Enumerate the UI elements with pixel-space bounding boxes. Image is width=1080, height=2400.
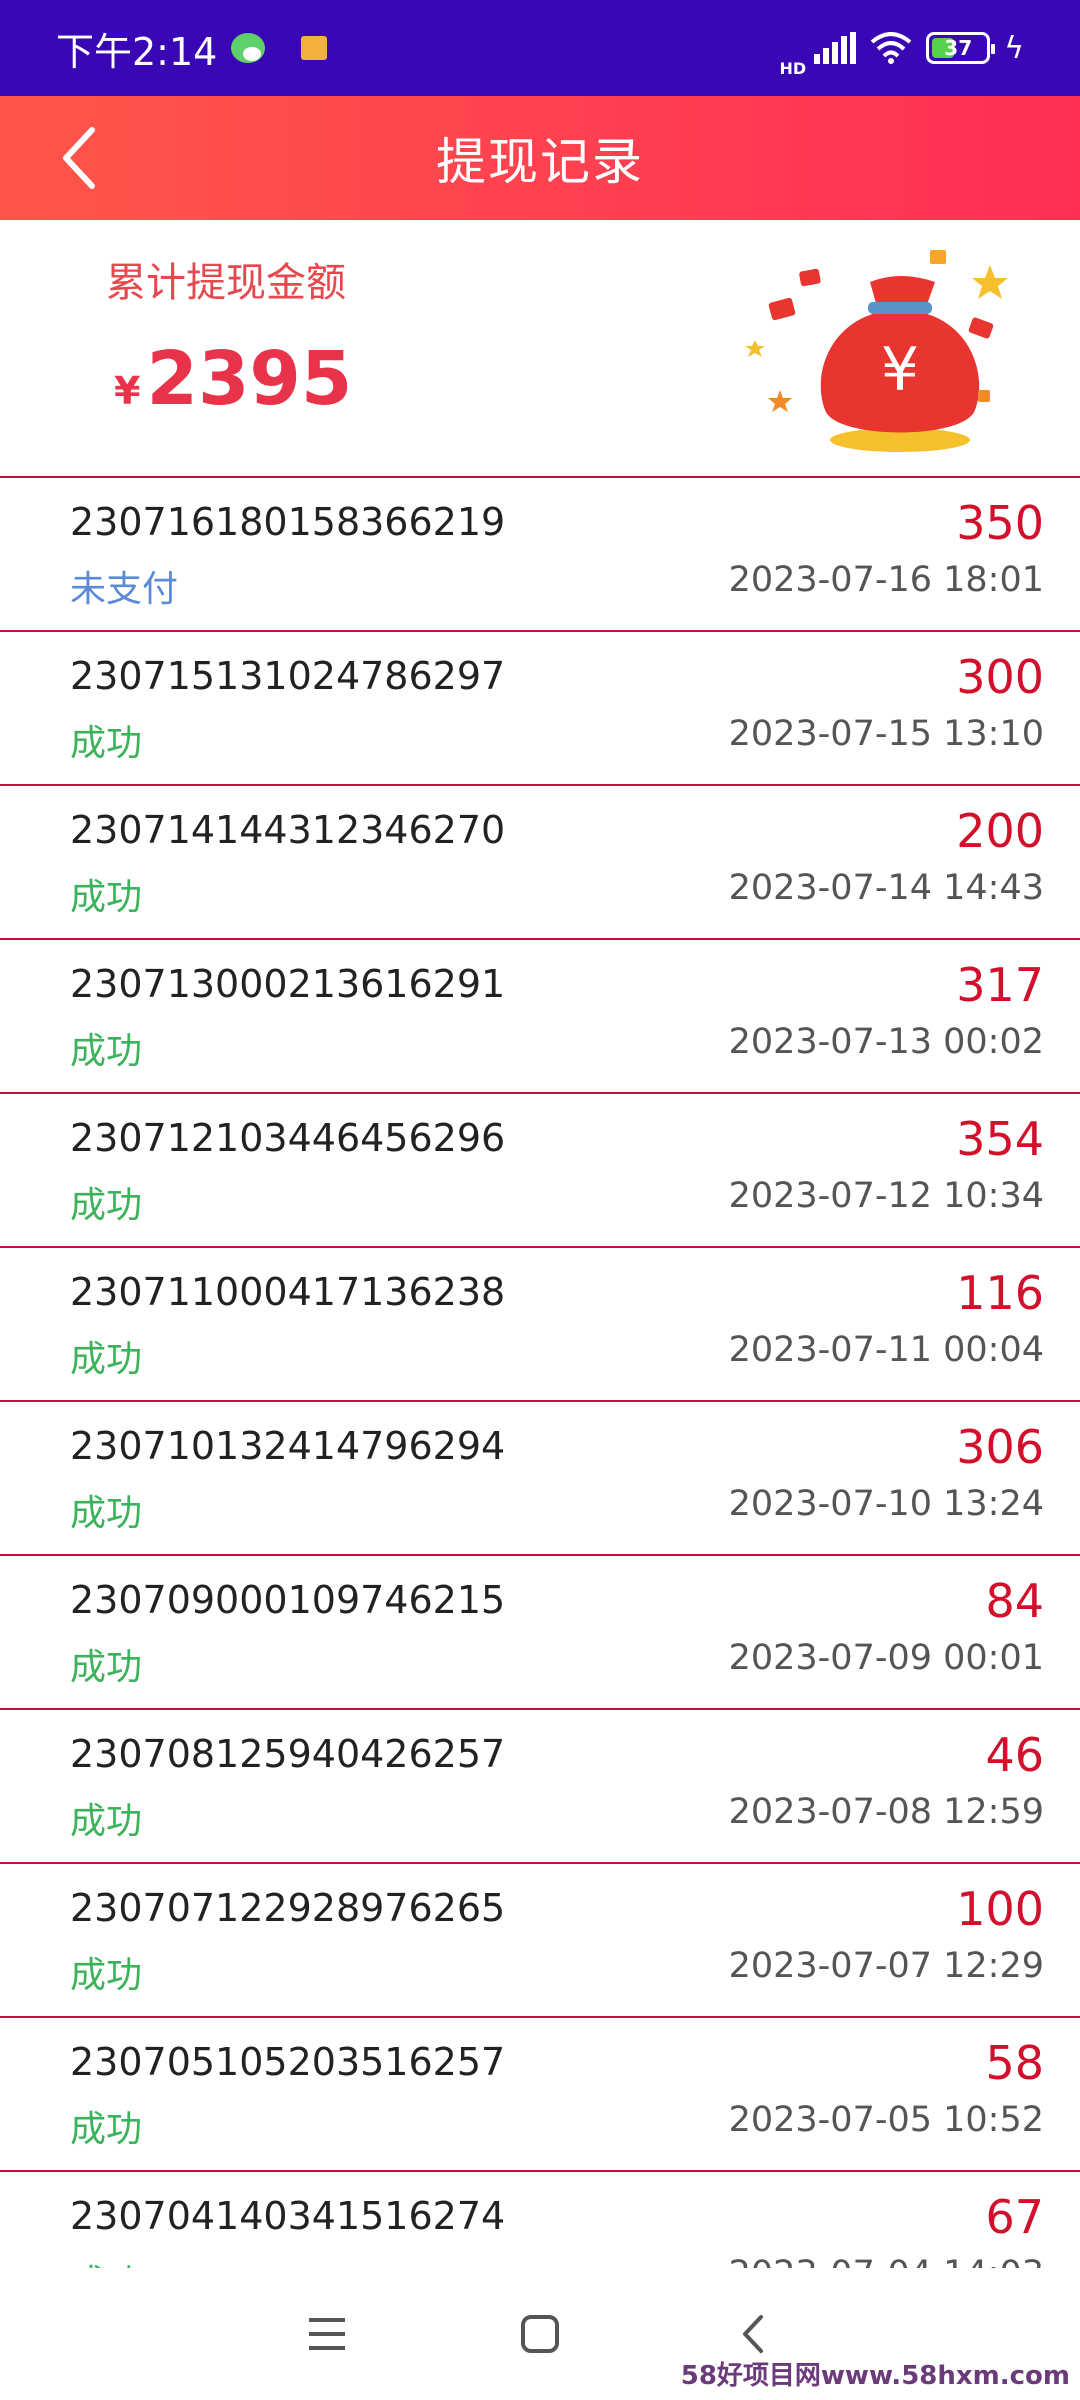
record-time: 2023-07-13 00:02 xyxy=(728,1022,1044,1062)
record-row[interactable]: 230710132414796294 成功 306 2023-07-10 13:… xyxy=(0,1402,1080,1556)
watermark: 58好项目网www.58hxm.com xyxy=(680,2355,1070,2392)
status-time: 下午2:14 xyxy=(56,29,218,74)
charging-icon: ϟ xyxy=(1004,30,1024,66)
status-bar-left: 下午2:14 xyxy=(56,21,328,76)
record-row[interactable]: 230711000417136238 成功 116 2023-07-11 00:… xyxy=(0,1248,1080,1402)
record-row[interactable]: 230713000213616291 成功 317 2023-07-13 00:… xyxy=(0,940,1080,1094)
withdraw-summary: 累计提现金额 ¥ 2395 ¥ xyxy=(0,220,1080,478)
record-row[interactable]: 230707122928976265 成功 100 2023-07-07 12:… xyxy=(0,1864,1080,2018)
record-status: 成功 xyxy=(70,1801,143,1842)
record-status: 成功 xyxy=(70,1955,143,1996)
money-bag-illustration: ¥ xyxy=(745,250,1008,452)
order-id: 230705105203516257 xyxy=(70,2040,506,2084)
record-status: 成功 xyxy=(70,1493,143,1534)
record-row[interactable]: 230712103446456296 成功 354 2023-07-12 10:… xyxy=(0,1094,1080,1248)
order-id: 230714144312346270 xyxy=(70,808,506,852)
record-amount: 306 xyxy=(956,1420,1044,1474)
page-title: 提现记录 xyxy=(436,133,644,191)
record-amount: 67 xyxy=(985,2190,1044,2244)
record-time: 2023-07-15 13:10 xyxy=(728,714,1044,754)
record-time: 2023-07-05 10:52 xyxy=(728,2100,1044,2140)
network-label: HD xyxy=(779,59,807,78)
record-amount: 300 xyxy=(956,650,1044,704)
record-amount: 354 xyxy=(956,1112,1044,1166)
withdraw-record-list: 230716180158366219 未支付 350 2023-07-16 18… xyxy=(0,478,1080,2326)
record-status: 成功 xyxy=(70,723,143,764)
back-button[interactable] xyxy=(40,118,120,198)
record-time: 2023-07-11 00:04 xyxy=(728,1330,1044,1370)
record-time: 2023-07-08 12:59 xyxy=(728,1792,1044,1832)
order-id: 230712103446456296 xyxy=(70,1116,506,1160)
message-icon xyxy=(301,36,328,60)
svg-text:¥: ¥ xyxy=(881,335,919,405)
record-time: 2023-07-12 10:34 xyxy=(728,1176,1044,1216)
record-amount: 58 xyxy=(985,2036,1044,2090)
record-row[interactable]: 230716180158366219 未支付 350 2023-07-16 18… xyxy=(0,478,1080,632)
record-time: 2023-07-09 00:01 xyxy=(728,1638,1044,1678)
order-id: 230713000213616291 xyxy=(70,962,506,1006)
app-header: 提现记录 xyxy=(0,96,1080,220)
record-row[interactable]: 230705105203516257 成功 58 2023-07-05 10:5… xyxy=(0,2018,1080,2172)
menu-button[interactable] xyxy=(287,2294,367,2374)
record-amount: 84 xyxy=(985,1574,1044,1628)
home-button[interactable] xyxy=(500,2294,580,2374)
record-row[interactable]: 230708125940426257 成功 46 2023-07-08 12:5… xyxy=(0,1710,1080,1864)
battery-level: 37 xyxy=(944,36,973,60)
record-amount: 100 xyxy=(956,1882,1044,1936)
record-status: 未支付 xyxy=(70,569,179,610)
order-id: 230704140341516274 xyxy=(70,2194,506,2238)
total-amount: 2395 xyxy=(146,336,353,422)
record-amount: 350 xyxy=(956,496,1044,550)
record-row[interactable]: 230709000109746215 成功 84 2023-07-09 00:0… xyxy=(0,1556,1080,1710)
record-status: 成功 xyxy=(70,1031,143,1072)
record-amount: 116 xyxy=(956,1266,1044,1320)
status-bar: 下午2:14 HD 37 ϟ xyxy=(0,0,1080,96)
record-amount: 200 xyxy=(956,804,1044,858)
order-id: 230711000417136238 xyxy=(70,1270,506,1314)
order-id: 230708125940426257 xyxy=(70,1732,506,1776)
order-id: 230710132414796294 xyxy=(70,1424,506,1468)
record-amount: 46 xyxy=(985,1728,1044,1782)
order-id: 230707122928976265 xyxy=(70,1886,506,1930)
order-id: 230709000109746215 xyxy=(70,1578,506,1622)
order-id: 230716180158366219 xyxy=(70,500,506,544)
home-icon xyxy=(520,2315,559,2353)
menu-icon xyxy=(308,2318,345,2350)
record-amount: 317 xyxy=(956,958,1044,1012)
record-time: 2023-07-10 13:24 xyxy=(728,1484,1044,1524)
record-time: 2023-07-07 12:29 xyxy=(728,1946,1044,1986)
battery-icon: 37 xyxy=(926,32,996,64)
record-status: 成功 xyxy=(70,1185,143,1226)
signal-icon xyxy=(814,32,857,64)
record-row[interactable]: 230715131024786297 成功 300 2023-07-15 13:… xyxy=(0,632,1080,786)
summary-amount: ¥ 2395 xyxy=(114,336,352,422)
back-icon xyxy=(743,2315,764,2353)
record-status: 成功 xyxy=(70,1339,143,1380)
currency-symbol: ¥ xyxy=(114,369,141,413)
wechat-icon xyxy=(231,33,266,63)
record-row[interactable]: 230714144312346270 成功 200 2023-07-14 14:… xyxy=(0,786,1080,940)
record-time: 2023-07-14 14:43 xyxy=(728,868,1044,908)
chevron-left-icon xyxy=(63,127,95,189)
record-status: 成功 xyxy=(70,2109,143,2150)
record-status: 成功 xyxy=(70,877,143,918)
record-time: 2023-07-16 18:01 xyxy=(728,560,1044,600)
wifi-icon xyxy=(870,32,912,64)
order-id: 230715131024786297 xyxy=(70,654,506,698)
status-bar-right: HD 37 ϟ xyxy=(780,19,1024,77)
summary-label: 累计提现金额 xyxy=(106,260,346,306)
record-status: 成功 xyxy=(70,1647,143,1688)
